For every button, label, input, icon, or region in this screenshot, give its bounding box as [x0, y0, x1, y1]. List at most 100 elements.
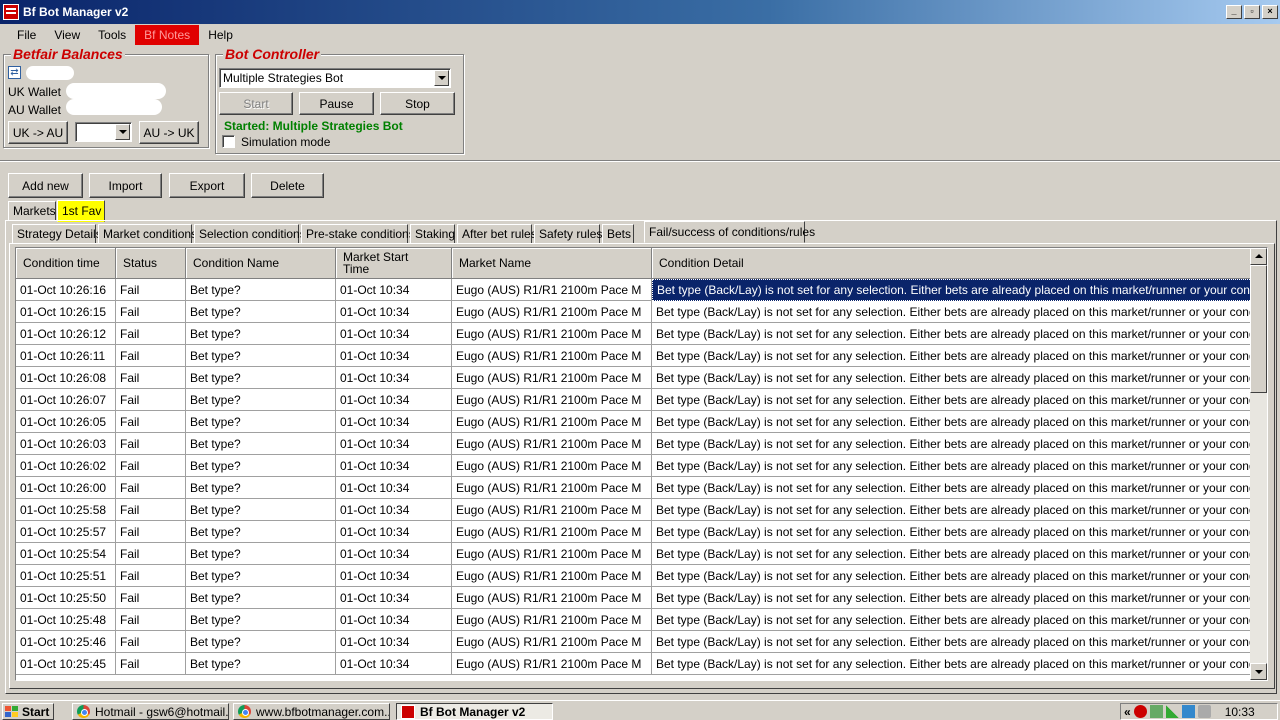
table-row[interactable]: 01-Oct 10:26:03 Fail Bet type? 01-Oct 10:34… [16, 433, 1252, 455]
market-name-cell[interactable]: Eugo (AUS) R1/R1 2100m Pace M [452, 565, 652, 587]
status-cell[interactable]: Fail [116, 323, 186, 345]
task-bf-bot-manager[interactable]: Bf Bot Manager v2 [396, 703, 553, 720]
condition-detail-cell[interactable]: Bet type (Back/Lay) is not set for any s… [652, 477, 1252, 499]
market-name-cell[interactable]: Eugo (AUS) R1/R1 2100m Pace M [452, 323, 652, 345]
status-cell[interactable]: Fail [116, 455, 186, 477]
app-icon[interactable] [3, 4, 19, 20]
bot-select[interactable]: Multiple Strategies Bot [219, 68, 451, 88]
condition-detail-cell[interactable]: Bet type (Back/Lay) is not set for any s… [652, 631, 1252, 653]
tab-market-conditions[interactable]: Market conditions [98, 224, 197, 244]
condition-detail-cell[interactable]: Bet type (Back/Lay) is not set for any s… [652, 587, 1252, 609]
table-row[interactable]: 01-Oct 10:26:11 Fail Bet type? 01-Oct 10:34… [16, 345, 1252, 367]
vertical-scrollbar[interactable] [1250, 248, 1267, 680]
condition-time-cell[interactable]: 01-Oct 10:26:08 [16, 367, 116, 389]
market-start-cell[interactable]: 01-Oct 10:34 [336, 521, 452, 543]
condition-detail-cell[interactable]: Bet type (Back/Lay) is not set for any s… [652, 279, 1252, 301]
market-name-cell[interactable]: Eugo (AUS) R1/R1 2100m Pace M [452, 477, 652, 499]
market-name-cell[interactable]: Eugo (AUS) R1/R1 2100m Pace M [452, 631, 652, 653]
simulation-checkbox[interactable] [222, 135, 235, 148]
tray-expand-icon[interactable]: « [1124, 705, 1131, 719]
condition-time-cell[interactable]: 01-Oct 10:26:15 [16, 301, 116, 323]
market-start-cell[interactable]: 01-Oct 10:34 [336, 653, 452, 675]
condition-time-cell[interactable]: 01-Oct 10:26:12 [16, 323, 116, 345]
au-to-uk-button[interactable]: AU -> UK [139, 121, 199, 144]
condition-name-cell[interactable]: Bet type? [186, 345, 336, 367]
condition-time-cell[interactable]: 01-Oct 10:25:45 [16, 653, 116, 675]
market-name-cell[interactable]: Eugo (AUS) R1/R1 2100m Pace M [452, 301, 652, 323]
condition-detail-cell[interactable]: Bet type (Back/Lay) is not set for any s… [652, 565, 1252, 587]
condition-name-cell[interactable]: Bet type? [186, 455, 336, 477]
scroll-thumb[interactable] [1250, 265, 1267, 393]
condition-name-cell[interactable]: Bet type? [186, 609, 336, 631]
tab-after-bet-rules[interactable]: After bet rules [457, 224, 537, 244]
export-button[interactable]: Export [169, 173, 245, 198]
market-name-cell[interactable]: Eugo (AUS) R1/R1 2100m Pace M [452, 543, 652, 565]
condition-time-cell[interactable]: 01-Oct 10:25:48 [16, 609, 116, 631]
market-name-cell[interactable]: Eugo (AUS) R1/R1 2100m Pace M [452, 609, 652, 631]
market-name-cell[interactable]: Eugo (AUS) R1/R1 2100m Pace M [452, 499, 652, 521]
status-cell[interactable]: Fail [116, 411, 186, 433]
market-name-cell[interactable]: Eugo (AUS) R1/R1 2100m Pace M [452, 389, 652, 411]
table-row[interactable]: 01-Oct 10:26:07 Fail Bet type? 01-Oct 10:34… [16, 389, 1252, 411]
condition-time-cell[interactable]: 01-Oct 10:26:02 [16, 455, 116, 477]
condition-name-cell[interactable]: Bet type? [186, 587, 336, 609]
condition-detail-cell[interactable]: Bet type (Back/Lay) is not set for any s… [652, 323, 1252, 345]
condition-time-cell[interactable]: 01-Oct 10:26:07 [16, 389, 116, 411]
condition-time-cell[interactable]: 01-Oct 10:25:46 [16, 631, 116, 653]
scroll-down-icon[interactable] [1250, 663, 1267, 680]
chevron-down-icon[interactable] [434, 70, 449, 86]
condition-name-cell[interactable]: Bet type? [186, 477, 336, 499]
condition-detail-cell[interactable]: Bet type (Back/Lay) is not set for any s… [652, 543, 1252, 565]
condition-name-cell[interactable]: Bet type? [186, 521, 336, 543]
uk-to-au-button[interactable]: UK -> AU [8, 121, 68, 144]
market-start-cell[interactable]: 01-Oct 10:34 [336, 455, 452, 477]
condition-name-cell[interactable]: Bet type? [186, 653, 336, 675]
minimize-button[interactable]: _ [1226, 5, 1242, 19]
condition-name-cell[interactable]: Bet type? [186, 411, 336, 433]
market-start-cell[interactable]: 01-Oct 10:34 [336, 345, 452, 367]
tab-bets[interactable]: Bets [602, 224, 634, 244]
condition-name-cell[interactable]: Bet type? [186, 433, 336, 455]
refresh-icon[interactable]: ⇄ [8, 66, 21, 79]
network-icon[interactable] [1181, 705, 1195, 718]
tray-app-icon[interactable] [1149, 705, 1163, 718]
status-cell[interactable]: Fail [116, 389, 186, 411]
transfer-amount-select[interactable] [75, 122, 132, 142]
pause-bot-button[interactable]: Pause [299, 92, 374, 115]
restore-button[interactable]: ▫ [1244, 5, 1260, 19]
status-cell[interactable]: Fail [116, 301, 186, 323]
table-row[interactable]: 01-Oct 10:25:48 Fail Bet type? 01-Oct 10:34… [16, 609, 1252, 631]
condition-detail-cell[interactable]: Bet type (Back/Lay) is not set for any s… [652, 345, 1252, 367]
tab-markets[interactable]: Markets [8, 201, 56, 221]
market-start-cell[interactable]: 01-Oct 10:34 [336, 301, 452, 323]
tab-strategy-details[interactable]: Strategy Details [12, 224, 102, 244]
condition-detail-cell[interactable]: Bet type (Back/Lay) is not set for any s… [652, 301, 1252, 323]
condition-detail-cell[interactable]: Bet type (Back/Lay) is not set for any s… [652, 609, 1252, 631]
tab-staking[interactable]: Staking [410, 224, 455, 244]
condition-name-cell[interactable]: Bet type? [186, 301, 336, 323]
table-row[interactable]: 01-Oct 10:26:16 Fail Bet type? 01-Oct 10:34… [16, 279, 1252, 301]
table-row[interactable]: 01-Oct 10:26:05 Fail Bet type? 01-Oct 10:34… [16, 411, 1252, 433]
column-header[interactable]: Condition time [16, 248, 116, 279]
status-cell[interactable]: Fail [116, 499, 186, 521]
condition-time-cell[interactable]: 01-Oct 10:25:58 [16, 499, 116, 521]
condition-detail-cell[interactable]: Bet type (Back/Lay) is not set for any s… [652, 521, 1252, 543]
market-name-cell[interactable]: Eugo (AUS) R1/R1 2100m Pace M [452, 455, 652, 477]
table-row[interactable]: 01-Oct 10:26:12 Fail Bet type? 01-Oct 10:34… [16, 323, 1252, 345]
condition-time-cell[interactable]: 01-Oct 10:26:00 [16, 477, 116, 499]
status-cell[interactable]: Fail [116, 367, 186, 389]
market-name-cell[interactable]: Eugo (AUS) R1/R1 2100m Pace M [452, 587, 652, 609]
market-start-cell[interactable]: 01-Oct 10:34 [336, 477, 452, 499]
task-bfbotmanager-site[interactable]: www.bfbotmanager.com... [233, 703, 390, 720]
condition-time-cell[interactable]: 01-Oct 10:26:03 [16, 433, 116, 455]
market-start-cell[interactable]: 01-Oct 10:34 [336, 543, 452, 565]
condition-detail-cell[interactable]: Bet type (Back/Lay) is not set for any s… [652, 653, 1252, 675]
tab-safety-rules[interactable]: Safety rules [534, 224, 602, 244]
menu-tools[interactable]: Tools [89, 25, 135, 45]
table-row[interactable]: 01-Oct 10:25:46 Fail Bet type? 01-Oct 10:34… [16, 631, 1252, 653]
status-cell[interactable]: Fail [116, 587, 186, 609]
status-cell[interactable]: Fail [116, 543, 186, 565]
condition-detail-cell[interactable]: Bet type (Back/Lay) is not set for any s… [652, 411, 1252, 433]
condition-time-cell[interactable]: 01-Oct 10:25:51 [16, 565, 116, 587]
column-header[interactable]: Condition Name [186, 248, 336, 279]
